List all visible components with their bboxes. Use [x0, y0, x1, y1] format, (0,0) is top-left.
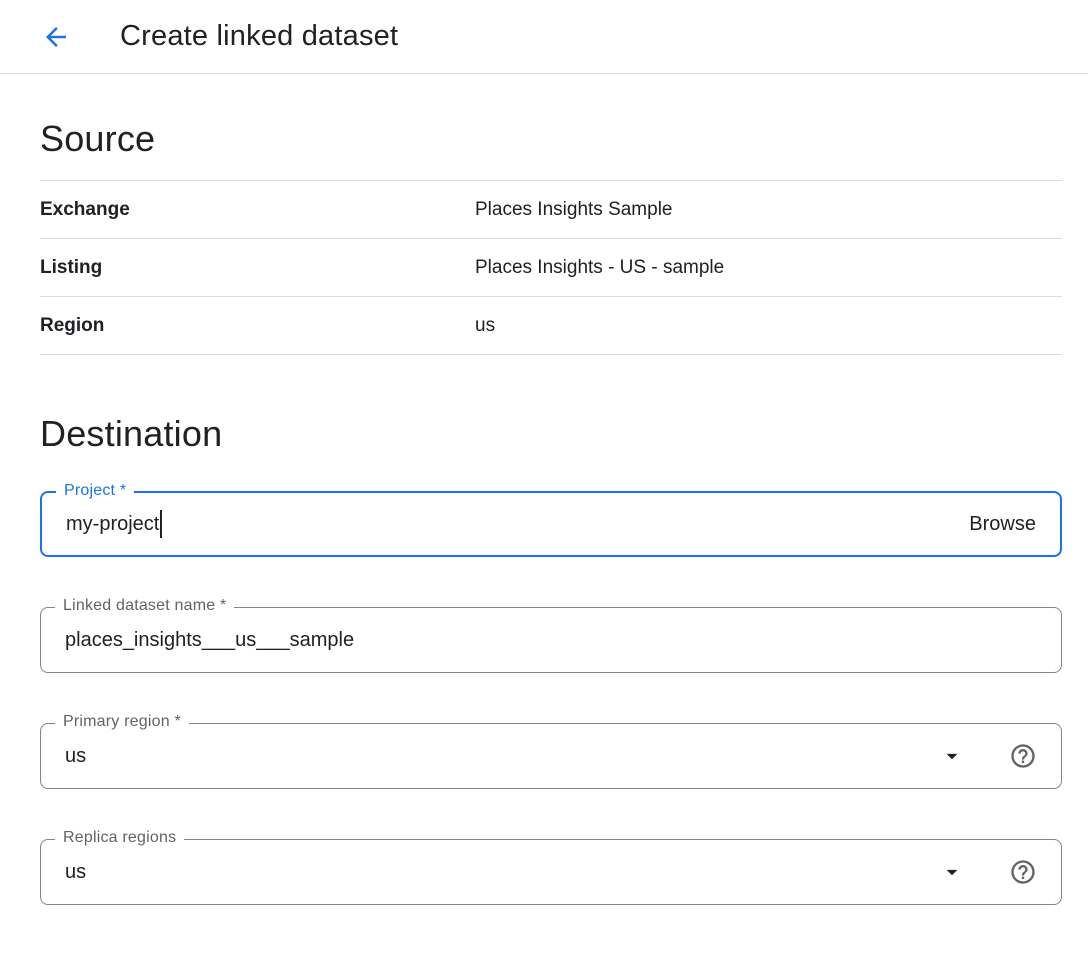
- help-icon[interactable]: [1009, 742, 1037, 770]
- linked-dataset-name-value: places_insights___us___sample: [65, 629, 354, 652]
- row-label: Region: [40, 315, 475, 337]
- source-heading: Source: [40, 118, 1062, 160]
- primary-region-value: us: [65, 745, 86, 768]
- row-label: Exchange: [40, 199, 475, 221]
- header: Create linked dataset: [0, 0, 1088, 74]
- table-row-exchange: Exchange Places Insights Sample: [40, 181, 1062, 239]
- row-value: us: [475, 315, 495, 337]
- replica-regions-label: Replica regions: [55, 829, 184, 847]
- primary-region-select[interactable]: Primary region * us: [40, 723, 1062, 789]
- primary-region-label: Primary region *: [55, 713, 189, 731]
- help-icon[interactable]: [1009, 858, 1037, 886]
- arrow-back-icon: [41, 22, 71, 52]
- browse-button[interactable]: Browse: [969, 513, 1036, 536]
- project-field[interactable]: Project * my-project Browse: [40, 491, 1062, 557]
- project-input-value: my-project: [66, 513, 159, 536]
- create-linked-dataset-page: Create linked dataset Source Exchange Pl…: [0, 0, 1088, 976]
- text-cursor: [160, 510, 162, 538]
- back-button[interactable]: [34, 15, 78, 59]
- row-label: Listing: [40, 257, 475, 279]
- arrow-drop-down-icon[interactable]: [939, 743, 965, 769]
- main-content: Source Exchange Places Insights Sample L…: [0, 118, 1088, 935]
- project-field-label: Project *: [56, 482, 134, 500]
- table-row-listing: Listing Places Insights - US - sample: [40, 239, 1062, 297]
- destination-heading: Destination: [40, 413, 1062, 455]
- replica-regions-select[interactable]: Replica regions us: [40, 839, 1062, 905]
- arrow-drop-down-icon[interactable]: [939, 859, 965, 885]
- linked-dataset-name-label: Linked dataset name *: [55, 597, 234, 615]
- page-title: Create linked dataset: [120, 20, 398, 53]
- linked-dataset-name-field[interactable]: Linked dataset name * places_insights___…: [40, 607, 1062, 673]
- row-value: Places Insights Sample: [475, 199, 673, 221]
- table-row-region: Region us: [40, 297, 1062, 355]
- replica-regions-value: us: [65, 861, 86, 884]
- row-value: Places Insights - US - sample: [475, 257, 724, 279]
- source-table: Exchange Places Insights Sample Listing …: [40, 180, 1062, 355]
